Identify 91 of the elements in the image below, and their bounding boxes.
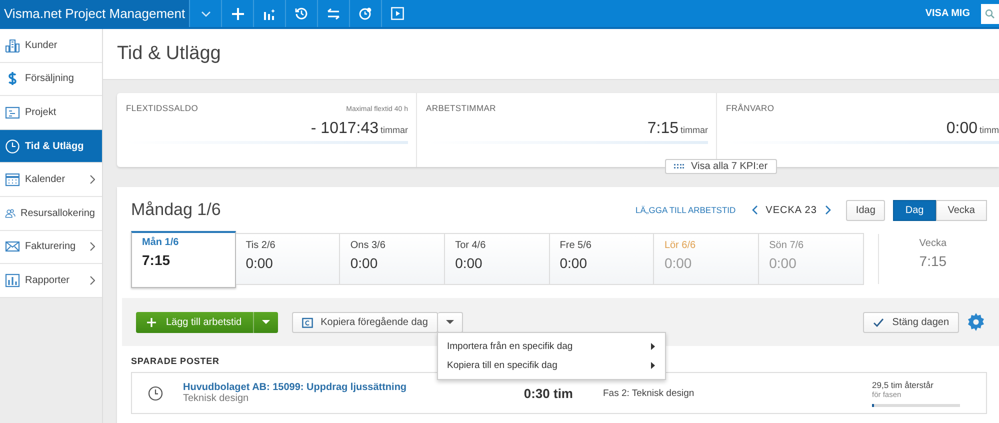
day-label: Tor 4/6 xyxy=(455,240,487,251)
chevron-right-icon[interactable] xyxy=(824,205,831,215)
day-label: Lör 6/6 xyxy=(664,240,697,251)
search-field[interactable] xyxy=(981,4,999,24)
kpi-unit: timmar xyxy=(380,125,408,135)
kpi-label: FLEXTIDSSALDO xyxy=(126,103,198,113)
sidebar-item[interactable]: Tid & Utlägg xyxy=(0,130,102,164)
entry-title-link[interactable]: Huvudbolaget AB: 15099: Uppdrag ljussättning xyxy=(183,382,513,393)
timer-icon[interactable] xyxy=(359,7,372,20)
day-hours: 0:00 xyxy=(350,255,379,271)
kpi-label: ARBETSTIMMAR xyxy=(426,103,496,113)
chevron-right-icon xyxy=(90,242,95,252)
entry-activity: Teknisk design xyxy=(183,393,250,404)
section-title: SPARADE POSTER xyxy=(131,356,220,366)
entry-phase: Fas 2: Teknisk design xyxy=(603,388,696,398)
caret-icon xyxy=(446,320,454,324)
clock-icon xyxy=(148,386,163,400)
menu-item[interactable]: Kopiera till en specifik dag xyxy=(438,356,665,375)
day-hours: 0:00 xyxy=(455,255,484,271)
menu-item[interactable]: Importera från en specifik dag xyxy=(438,337,665,356)
entry-hours: 0:30 tim xyxy=(522,386,573,400)
user-link[interactable]: VISA MIG xyxy=(925,8,970,19)
app-title[interactable]: Visma.net Project Management xyxy=(0,0,190,27)
today-button[interactable]: Idag xyxy=(846,200,886,220)
day-tab[interactable]: Tor 4/6 0:00 xyxy=(445,233,550,285)
kpi-unit: timm xyxy=(980,125,999,135)
grip-icon xyxy=(674,164,684,169)
day-hours: 7:15 xyxy=(142,252,172,268)
view-tab[interactable]: Vecka xyxy=(936,200,987,220)
day-hours: 0:00 xyxy=(246,255,274,271)
settings-icon[interactable] xyxy=(967,313,985,331)
day-tab[interactable]: Sön 7/6 0:00 xyxy=(759,233,864,285)
kpi-value: - 1017:43 xyxy=(310,120,378,137)
kpi-value: 0:00 xyxy=(946,120,978,137)
add-icon[interactable] xyxy=(232,8,244,20)
chevron-right-icon xyxy=(90,175,95,184)
bar-chart-icon[interactable] xyxy=(263,8,276,20)
week-label: VECKA 23 xyxy=(766,204,817,216)
buildings-icon xyxy=(5,38,20,53)
add-worktime-button[interactable]: Lägg till arbetstid xyxy=(136,312,278,332)
submenu-arrow-icon xyxy=(651,343,655,350)
day-tab[interactable]: Ons 3/6 0:00 xyxy=(340,233,446,285)
submenu-arrow-icon xyxy=(651,362,655,369)
plus-icon xyxy=(147,318,156,326)
week-total-hours: 7:15 xyxy=(919,253,947,269)
swap-icon[interactable] xyxy=(327,8,340,20)
copy-menu-button[interactable] xyxy=(438,312,463,332)
day-title: Måndag 1/6 xyxy=(131,200,222,220)
sidebar-item[interactable]: Försäljning xyxy=(0,62,102,96)
bar-chart-icon xyxy=(5,272,20,288)
chevron-right-icon xyxy=(90,276,95,285)
sidebar-item[interactable]: Kunder xyxy=(0,29,102,63)
kpi-label: FRÅNVARO xyxy=(726,103,774,113)
sidebar-item[interactable]: Fakturering xyxy=(0,230,102,264)
calendar-icon xyxy=(5,172,20,188)
search-icon xyxy=(985,8,995,18)
copy-previous-day-button[interactable]: Kopiera föregående dag xyxy=(292,312,438,332)
history-icon[interactable] xyxy=(295,7,308,20)
play-icon[interactable] xyxy=(391,7,404,20)
remaining-hours: 29,5 tim återstår xyxy=(872,380,934,390)
day-label: Mån 1/6 xyxy=(142,236,180,248)
sidebar-item[interactable]: Kalender xyxy=(0,163,102,197)
day-tab[interactable]: Mån 1/6 7:15 xyxy=(131,230,236,288)
caret-icon[interactable] xyxy=(262,320,270,324)
add-worktime-link[interactable]: LÄ„GGA TILL ARBETSTID xyxy=(636,205,736,215)
envelope-icon xyxy=(5,239,20,254)
sidebar-item[interactable]: Projekt xyxy=(0,96,102,130)
show-kpis-button[interactable]: Visa alla 7 KPI:er xyxy=(665,159,777,174)
day-label: Ons 3/6 xyxy=(350,240,386,251)
day-tab[interactable]: Fre 5/6 0:00 xyxy=(550,233,654,285)
day-hours: 0:00 xyxy=(664,255,693,271)
week-total-label: Vecka xyxy=(919,238,947,249)
page-title: Tid & Utlägg xyxy=(103,29,999,80)
sidebar-item[interactable]: Resursallokering xyxy=(0,196,102,231)
kpi-value: 7:15 xyxy=(647,120,678,137)
day-hours: 0:00 xyxy=(769,255,798,271)
folder-icon xyxy=(5,104,20,120)
calendar-icon xyxy=(302,316,313,328)
day-label: Tis 2/6 xyxy=(246,240,276,251)
day-tab[interactable]: Tis 2/6 0:00 xyxy=(236,233,340,285)
kpi-unit: timmar xyxy=(680,125,708,135)
chevron-down-icon[interactable] xyxy=(200,10,211,16)
close-day-button[interactable]: Stäng dagen xyxy=(863,312,959,332)
day-hours: 0:00 xyxy=(560,255,588,271)
sidebar-item[interactable]: Rapporter xyxy=(0,264,102,298)
check-icon xyxy=(873,318,884,326)
day-label: Fre 5/6 xyxy=(560,240,592,251)
chevron-left-icon[interactable] xyxy=(752,205,758,215)
view-tab[interactable]: Dag xyxy=(893,200,936,220)
clock-icon xyxy=(5,138,20,154)
day-label: Sön 7/6 xyxy=(769,240,805,251)
